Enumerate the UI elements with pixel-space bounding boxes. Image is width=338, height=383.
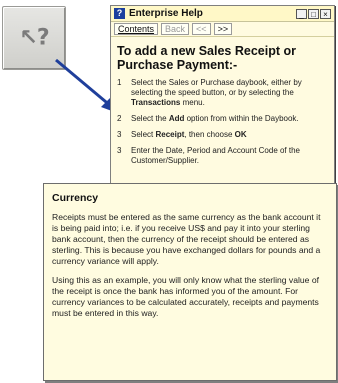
- browse-next-button[interactable]: >>: [213, 23, 233, 35]
- step-item: 3 Enter the Date, Period and Account Cod…: [117, 146, 328, 166]
- topic-heading: To add a new Sales Receipt or Purchase P…: [117, 44, 296, 72]
- step-link-transactions: Transactions: [131, 98, 181, 107]
- step-number: 1: [117, 78, 122, 87]
- currency-popup[interactable]: Currency Receipts must be entered as the…: [43, 183, 337, 381]
- back-button[interactable]: Back: [161, 23, 190, 35]
- help-topic: To add a new Sales Receipt or Purchase P…: [111, 37, 334, 166]
- step-number: 3: [117, 130, 122, 139]
- step-bold-add: Add: [168, 114, 185, 123]
- maximize-button[interactable]: □: [308, 8, 319, 19]
- step-text: Select the: [131, 114, 169, 123]
- step-text: Select the Sales or Purchase daybook, ei…: [131, 78, 302, 97]
- minimize-button[interactable]: _: [296, 8, 307, 19]
- popup-paragraph: Using this as an example, you will only …: [52, 275, 320, 318]
- step-item: 1 Select the Sales or Purchase daybook, …: [117, 78, 328, 108]
- steps-list: 1 Select the Sales or Purchase daybook, …: [117, 78, 328, 166]
- contents-button[interactable]: Contents: [114, 23, 159, 35]
- help-window: ? Enterprise Help _ □ × Contents Back <<…: [110, 5, 335, 208]
- step-text: menu.: [180, 98, 205, 107]
- popup-title: Currency: [52, 192, 99, 204]
- pointer-question-icon: ↖?: [19, 25, 49, 51]
- step-text: , then choose: [184, 130, 235, 139]
- step-text: Enter the Date, Period and Account Code …: [131, 146, 300, 165]
- step-item: 3 Select Receipt, then choose OK: [117, 130, 328, 140]
- step-number: 2: [117, 114, 122, 123]
- help-book-icon: ?: [114, 8, 125, 19]
- step-number: 3: [117, 146, 122, 155]
- browse-previous-button[interactable]: <<: [192, 23, 211, 35]
- step-item: 2 Select the Add option from within the …: [117, 114, 328, 124]
- close-button[interactable]: ×: [320, 8, 331, 19]
- window-title: Enterprise Help: [129, 8, 203, 19]
- popup-paragraph: Receipts must be entered as the same cur…: [52, 212, 321, 266]
- help-toolbar: Contents Back << >>: [111, 22, 334, 37]
- step-bold-ok: OK: [234, 130, 247, 139]
- step-text: Select: [131, 130, 156, 139]
- step-bold-receipt: Receipt: [155, 130, 185, 139]
- title-bar: ? Enterprise Help _ □ ×: [111, 6, 334, 22]
- step-text: option from within the Daybook.: [184, 114, 299, 123]
